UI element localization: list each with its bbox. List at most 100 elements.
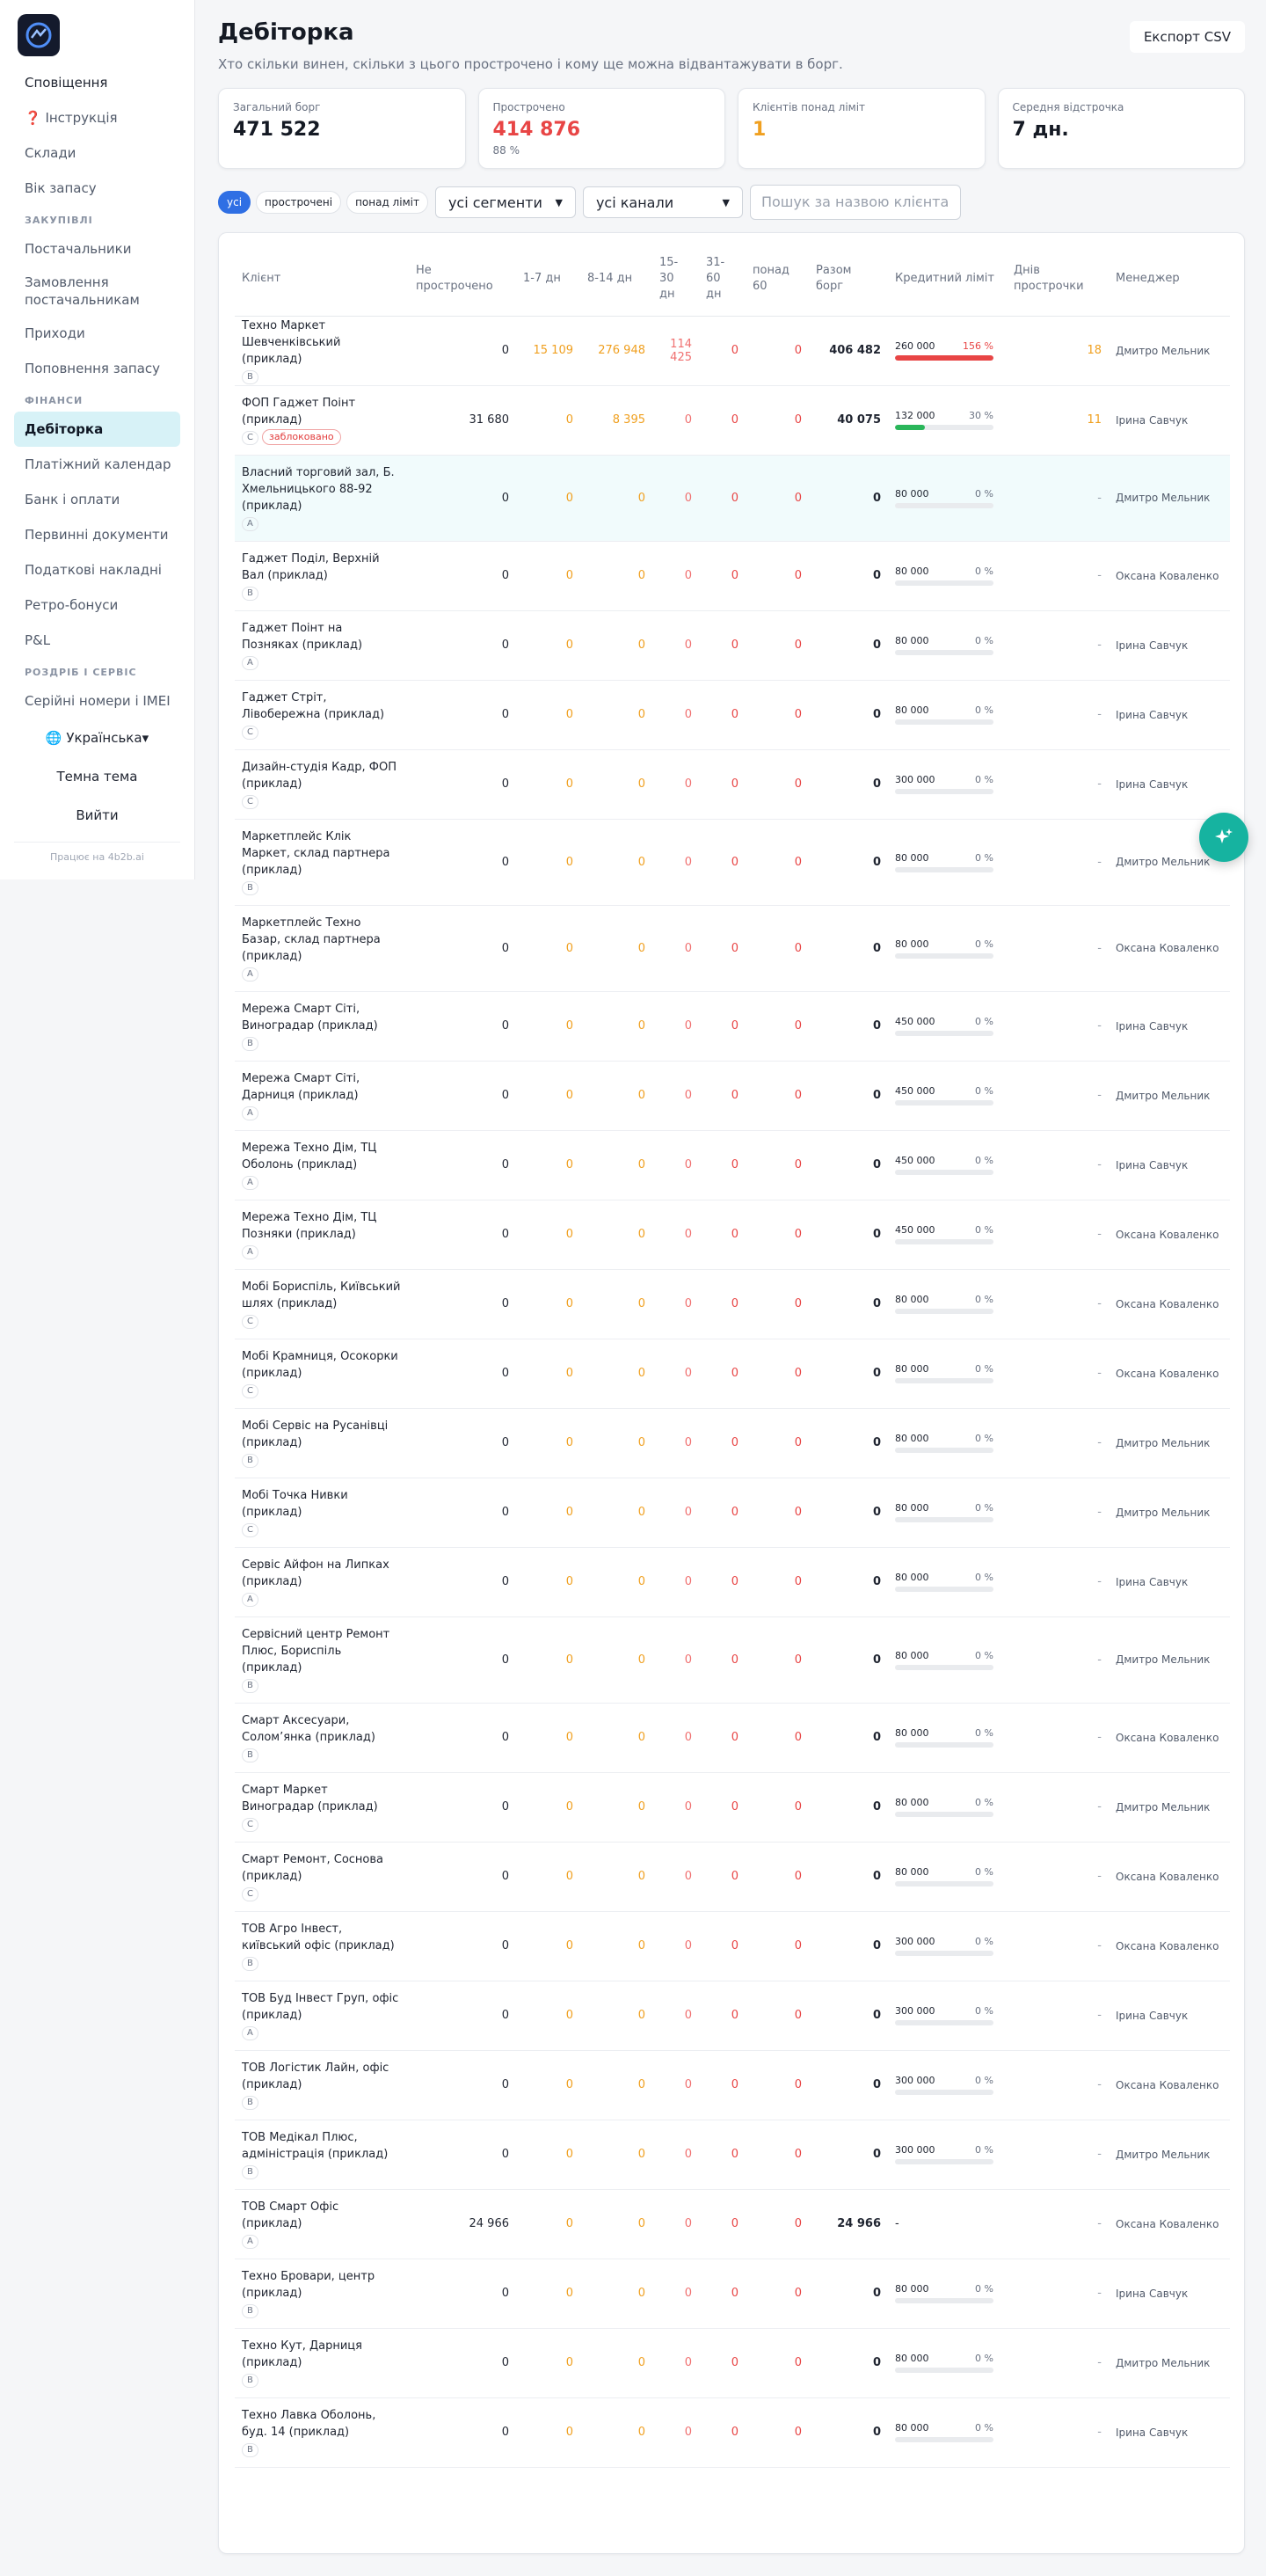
sidebar-item[interactable]: Податкові накладні: [14, 552, 180, 587]
sidebar-item[interactable]: Платіжний календар: [14, 447, 180, 482]
client-name[interactable]: ТОВ Логістик Лайн, офіс (приклад): [242, 2060, 402, 2093]
table-row[interactable]: Гаджет Поінт на Позняках (приклад) A 0 0 0 0 0…: [235, 610, 1230, 681]
table-row[interactable]: ТОВ Медікал Плюс, адміністрація (приклад…: [235, 2120, 1230, 2190]
client-name[interactable]: Техно Маркет Шевченківський (приклад): [242, 317, 402, 368]
column-header[interactable]: 15-30 дн: [652, 242, 699, 317]
client-name[interactable]: Мережа Смарт Сіті, Виноградар (приклад): [242, 1001, 402, 1034]
table-row[interactable]: Техно Маркет Шевченківський (приклад) B 0 1…: [235, 316, 1230, 386]
sidebar-item[interactable]: Вік запасу: [14, 171, 180, 206]
table-row[interactable]: Мобі Крамниця, Осокорки (приклад) C 0 0 0 0 0 0…: [235, 1339, 1230, 1409]
client-name[interactable]: Смарт Маркет Виноградар (приклад): [242, 1782, 402, 1815]
client-name[interactable]: Мобі Крамниця, Осокорки (приклад): [242, 1348, 402, 1382]
table-row[interactable]: Дизайн-студія Кадр, ФОП (приклад) C 0 0 0 0 0 0…: [235, 749, 1230, 820]
sidebar-item[interactable]: Постачальники: [14, 231, 180, 266]
table-row[interactable]: Техно Лавка Оболонь, буд. 14 (приклад) B 0…: [235, 2397, 1230, 2468]
client-name[interactable]: Маркетплейс Клік Маркет, склад партнера …: [242, 828, 402, 879]
sidebar-item[interactable]: Ретро-бонуси: [14, 587, 180, 623]
sidebar-item[interactable]: Дебіторка: [14, 412, 180, 447]
filter-pill[interactable]: понад ліміт: [346, 191, 428, 214]
table-row[interactable]: Мережа Смарт Сіті, Дарниця (приклад) A 0 0 0…: [235, 1061, 1230, 1131]
logout-button[interactable]: Вийти: [14, 796, 180, 835]
sidebar-item[interactable]: Банк і оплати: [14, 482, 180, 517]
client-name[interactable]: Техно Кут, Дарниця (приклад): [242, 2338, 402, 2371]
table-row[interactable]: Смарт Аксесуари, Солом’янка (приклад) B 0 0…: [235, 1703, 1230, 1773]
sidebar-item[interactable]: Приходи: [14, 316, 180, 351]
table-row[interactable]: Сервіс Айфон на Липках (приклад) A 0 0 0 0 0 0 0…: [235, 1547, 1230, 1617]
column-header[interactable]: 1-7 дн: [516, 242, 580, 317]
channel-select[interactable]: усі канали ▼: [582, 186, 743, 218]
filter-pill[interactable]: усі: [218, 191, 251, 214]
client-name[interactable]: Мобі Точка Нивки (приклад): [242, 1487, 402, 1521]
table-row[interactable]: Мобі Бориспіль, Київський шлях (приклад)…: [235, 1269, 1230, 1339]
table-row[interactable]: Мережа Смарт Сіті, Виноградар (приклад) B…: [235, 991, 1230, 1062]
client-name[interactable]: Техно Лавка Оболонь, буд. 14 (приклад): [242, 2407, 402, 2441]
sidebar-item[interactable]: ❓ Інструкція: [14, 100, 180, 135]
ai-assistant-button[interactable]: [1199, 813, 1248, 862]
table-row[interactable]: Гаджет Поділ, Верхній Вал (приклад) B 0 0 0 0…: [235, 541, 1230, 611]
table-row[interactable]: Мережа Техно Дім, ТЦ Позняки (приклад) A 0…: [235, 1200, 1230, 1270]
sidebar-item[interactable]: Замовлення постачальникам: [14, 266, 180, 316]
client-name[interactable]: Сервісний центр Ремонт Плюс, Бориспіль (…: [242, 1626, 402, 1676]
client-name[interactable]: Дизайн-студія Кадр, ФОП (приклад): [242, 759, 402, 792]
sidebar-item[interactable]: P&L: [14, 623, 180, 658]
sidebar-item[interactable]: Поповнення запасу: [14, 351, 180, 386]
client-name[interactable]: Мобі Бориспіль, Київський шлях (приклад): [242, 1279, 402, 1312]
client-name[interactable]: Гаджет Поінт на Позняках (приклад): [242, 620, 402, 653]
table-row[interactable]: Гаджет Стріт, Лівобережна (приклад) C 0 0 0 0…: [235, 680, 1230, 750]
client-name[interactable]: Мобі Сервіс на Русанівці (приклад): [242, 1418, 402, 1451]
client-name[interactable]: ТОВ Буд Інвест Груп, офіс (приклад): [242, 1990, 402, 2024]
segment-select[interactable]: усі сегменти ▼: [434, 186, 576, 218]
client-name[interactable]: Мережа Техно Дім, ТЦ Оболонь (приклад): [242, 1140, 402, 1173]
export-csv-button[interactable]: Експорт CSV: [1129, 21, 1245, 53]
client-name[interactable]: Смарт Аксесуари, Солом’янка (приклад): [242, 1712, 402, 1746]
column-header[interactable]: Клієнт: [235, 242, 409, 317]
language-selector[interactable]: 🌐 Українська▾: [14, 719, 180, 757]
table-row[interactable]: Мобі Сервіс на Русанівці (приклад) B 0 0 0 0 0…: [235, 1408, 1230, 1478]
client-name[interactable]: ТОВ Медікал Плюс, адміністрація (приклад…: [242, 2129, 402, 2163]
overdue-days-cell: -: [1007, 1478, 1109, 1548]
client-name[interactable]: Мережа Смарт Сіті, Дарниця (приклад): [242, 1070, 402, 1104]
sidebar-item[interactable]: Серійні номери і IMEI: [14, 683, 180, 719]
client-name[interactable]: Сервіс Айфон на Липках (приклад): [242, 1557, 402, 1590]
column-header[interactable]: Не прострочено: [409, 242, 516, 317]
table-row[interactable]: Маркетплейс Техно Базар, склад партнера …: [235, 905, 1230, 992]
column-header[interactable]: Днів прострочки: [1007, 242, 1109, 317]
table-row[interactable]: Маркетплейс Клік Маркет, склад партнера …: [235, 819, 1230, 906]
filter-pill[interactable]: прострочені: [256, 191, 342, 214]
table-row[interactable]: Техно Бровари, центр (приклад) B 0 0 0 0 0 0 0 80…: [235, 2259, 1230, 2329]
sidebar-item[interactable]: Склади: [14, 135, 180, 171]
table-row[interactable]: Техно Кут, Дарниця (приклад) B 0 0 0 0 0 0 0 80 0…: [235, 2328, 1230, 2398]
table-row[interactable]: Смарт Маркет Виноградар (приклад) C 0 0 0 0 0 0…: [235, 1772, 1230, 1843]
column-header[interactable]: 8-14 дн: [580, 242, 652, 317]
table-row[interactable]: ТОВ Буд Інвест Груп, офіс (приклад) A 0 0 0 0…: [235, 1981, 1230, 2051]
client-name[interactable]: ФОП Гаджет Поінт (приклад): [242, 395, 402, 428]
table-row[interactable]: Мережа Техно Дім, ТЦ Оболонь (приклад) A 0…: [235, 1130, 1230, 1200]
app-logo-icon[interactable]: [18, 14, 60, 56]
client-name[interactable]: Гаджет Стріт, Лівобережна (приклад): [242, 690, 402, 723]
table-row[interactable]: ТОВ Агро Інвест, київський офіс (приклад…: [235, 1911, 1230, 1981]
column-header[interactable]: Разом борг: [809, 242, 888, 317]
theme-toggle[interactable]: Темна тема: [14, 757, 180, 796]
client-name[interactable]: Гаджет Поділ, Верхній Вал (приклад): [242, 551, 402, 584]
table-row[interactable]: ТОВ Смарт Офіс (приклад) A 24 966 0 0 0 0 0 24 9…: [235, 2189, 1230, 2259]
column-header[interactable]: понад 60: [746, 242, 809, 317]
client-name[interactable]: Смарт Ремонт, Соснова (приклад): [242, 1851, 402, 1885]
client-name[interactable]: ТОВ Агро Інвест, київський офіс (приклад…: [242, 1921, 402, 1954]
client-name[interactable]: Мережа Техно Дім, ТЦ Позняки (приклад): [242, 1209, 402, 1243]
table-row[interactable]: Сервісний центр Ремонт Плюс, Бориспіль (…: [235, 1616, 1230, 1704]
table-row[interactable]: Власний торговий зал, Б. Хмельницького 8…: [235, 455, 1230, 542]
table-row[interactable]: Мобі Точка Нивки (приклад) C 0 0 0 0 0 0 0 80 000…: [235, 1478, 1230, 1548]
client-name[interactable]: Техно Бровари, центр (приклад): [242, 2268, 402, 2302]
table-row[interactable]: ФОП Гаджет Поінт (приклад) Cзаблоковано 31…: [235, 385, 1230, 456]
client-search-input[interactable]: Пошук за назвою клієнта: [749, 185, 961, 220]
table-row[interactable]: Смарт Ремонт, Соснова (приклад) C 0 0 0 0 0 0 0 8…: [235, 1842, 1230, 1912]
sidebar-item[interactable]: Первинні документи: [14, 517, 180, 552]
column-header[interactable]: 31-60 дн: [699, 242, 746, 317]
client-name[interactable]: Маркетплейс Техно Базар, склад партнера …: [242, 915, 402, 965]
column-header[interactable]: Менеджер: [1109, 242, 1230, 317]
table-row[interactable]: ТОВ Логістик Лайн, офіс (приклад) B 0 0 0 0 0 0…: [235, 2050, 1230, 2120]
column-header[interactable]: Кредитний ліміт: [888, 242, 1007, 317]
client-name[interactable]: Власний торговий зал, Б. Хмельницького 8…: [242, 464, 402, 514]
client-name[interactable]: ТОВ Смарт Офіс (приклад): [242, 2199, 402, 2232]
sidebar-item[interactable]: Сповіщення: [14, 65, 180, 100]
